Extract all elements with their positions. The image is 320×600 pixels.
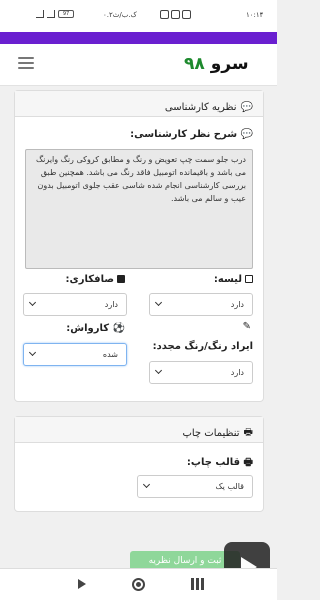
template-select-value: قالب یک	[215, 482, 244, 491]
back-triangle-icon[interactable]	[78, 579, 86, 589]
safkari-select[interactable]: دارد	[23, 293, 127, 316]
repaint-label-text: ایراد رنگ/رنگ مجدد:	[152, 341, 253, 352]
repaint-label: ایراد رنگ/رنگ مجدد:	[153, 341, 253, 352]
expert-card-header: 💬 نظریه کارشناسی	[15, 91, 263, 117]
safkari-label: صافکاری:	[66, 274, 125, 285]
clock: ۱۰:۱۴	[246, 11, 264, 19]
printer-icon-small: 🖶	[243, 457, 253, 468]
network-speed: ۰.۲ک.ب/ث	[103, 11, 137, 19]
safkari-select-value: دارد	[104, 300, 118, 309]
safkari-label-text: صافکاری:	[65, 274, 114, 285]
print-card-header: 🖶 تنظیمات چاپ	[15, 417, 263, 443]
karvash-label: ⚽ کارواش:	[66, 323, 125, 334]
print-settings-card: 🖶 تنظیمات چاپ 🖶 قالب چاپ: قالب یک	[14, 416, 264, 512]
signal-icon	[36, 10, 44, 18]
app-logo[interactable]: سرو ۹۸	[184, 54, 249, 74]
repaint-select-value: دارد	[230, 368, 244, 377]
battery-icon: 97	[58, 10, 74, 18]
checkbox-icon	[245, 275, 253, 283]
notification-icons	[160, 10, 191, 19]
karvash-select[interactable]: شده	[23, 343, 127, 366]
printer-icon: 🖶	[243, 426, 253, 438]
notification-icon	[171, 10, 180, 19]
comment-label: 💬 شرح نظر کارشناسی:	[130, 129, 253, 140]
hamburger-menu-icon[interactable]	[18, 57, 34, 69]
lise-select-value: دارد	[230, 300, 244, 309]
chevron-down-icon	[154, 366, 163, 375]
chevron-down-icon	[28, 348, 37, 357]
app-header: سرو ۹۸	[0, 44, 277, 86]
expert-card-title: نظریه کارشناسی	[164, 101, 237, 113]
lise-label-text: لیسه:	[213, 274, 242, 285]
lise-select[interactable]: دارد	[149, 293, 253, 316]
template-select[interactable]: قالب یک	[137, 475, 253, 498]
pencil-icon: ✎	[242, 321, 251, 332]
status-right-icons: 97	[36, 10, 74, 18]
expert-comment-textarea[interactable]: درب جلو سمت چپ تعویض و رنگ و مطابق کروکی…	[25, 149, 253, 269]
template-label: 🖶 قالب چاپ:	[187, 455, 253, 472]
recent-apps-icon[interactable]	[191, 578, 194, 590]
print-card-title: تنظیمات چاپ	[182, 427, 240, 439]
chevron-down-icon	[154, 298, 163, 307]
chevron-down-icon	[142, 480, 151, 489]
logo-text: سرو	[210, 54, 249, 74]
karvash-label-text: کارواش:	[66, 323, 110, 334]
comment-label-icon: 💬	[240, 129, 253, 140]
expert-opinion-card: 💬 نظریه کارشناسی 💬 شرح نظر کارشناسی: درب…	[14, 90, 264, 402]
system-nav-bar	[0, 568, 277, 600]
repaint-select[interactable]: دارد	[149, 361, 253, 384]
square-icon	[117, 275, 125, 283]
logo-number: ۹۸	[184, 54, 205, 74]
signal-icon-2	[47, 10, 55, 18]
notification-icon	[182, 10, 191, 19]
status-bar: 97 ۰.۲ک.ب/ث ۱۰:۱۴	[0, 0, 277, 32]
comment-label-text: شرح نظر کارشناسی:	[130, 129, 238, 140]
notification-icon	[160, 10, 169, 19]
accent-bar	[0, 32, 277, 44]
dribbble-icon: ⚽	[112, 323, 125, 334]
karvash-select-value: شده	[102, 350, 118, 359]
template-label-text: قالب چاپ:	[186, 457, 241, 468]
chevron-down-icon	[28, 298, 37, 307]
comment-icon: 💬	[240, 101, 253, 113]
home-circle-icon[interactable]	[132, 578, 145, 591]
lise-label: لیسه:	[214, 274, 253, 285]
